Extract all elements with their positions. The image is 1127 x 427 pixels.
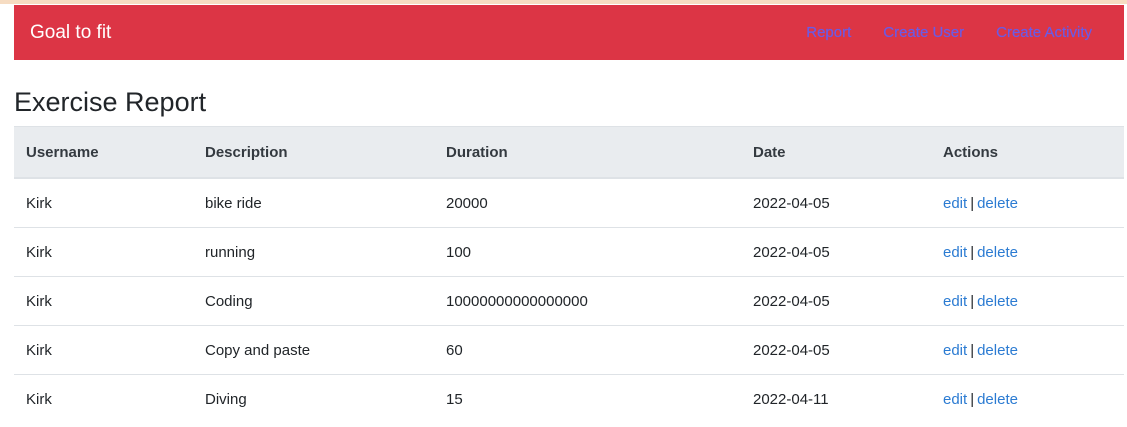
- cell-description: Coding: [193, 276, 434, 326]
- table-body: Kirk bike ride 20000 2022-04-05 edit | del…: [14, 178, 1124, 423]
- cell-description: Copy and paste: [193, 325, 434, 375]
- cell-username: Kirk: [14, 276, 193, 326]
- cell-actions: edit | delete: [931, 325, 1124, 375]
- header-duration: Duration: [434, 126, 741, 179]
- cell-date: 2022-04-05: [741, 178, 931, 228]
- window-top-edge: [0, 0, 1127, 4]
- action-separator: |: [970, 243, 975, 261]
- cell-date: 2022-04-05: [741, 325, 931, 375]
- nav-link-create-user[interactable]: Create User: [883, 23, 964, 43]
- cell-description: bike ride: [193, 178, 434, 228]
- delete-link[interactable]: delete: [977, 195, 1018, 212]
- delete-link[interactable]: delete: [977, 293, 1018, 310]
- header-description: Description: [193, 126, 434, 179]
- edit-link[interactable]: edit: [943, 391, 967, 408]
- cell-duration: 20000: [434, 178, 741, 228]
- cell-duration: 10000000000000000: [434, 276, 741, 326]
- cell-actions: edit | delete: [931, 227, 1124, 277]
- action-separator: |: [970, 390, 975, 408]
- edit-link[interactable]: edit: [943, 195, 967, 212]
- header-date: Date: [741, 126, 931, 179]
- edit-link[interactable]: edit: [943, 293, 967, 310]
- table-row: Kirk running 100 2022-04-05 edit | delete: [14, 227, 1124, 277]
- cell-actions: edit | delete: [931, 375, 1124, 424]
- cell-username: Kirk: [14, 325, 193, 375]
- table-row: Kirk Diving 15 2022-04-11 edit | delete: [14, 375, 1124, 424]
- action-separator: |: [970, 194, 975, 212]
- delete-link[interactable]: delete: [977, 342, 1018, 359]
- cell-username: Kirk: [14, 227, 193, 277]
- cell-date: 2022-04-11: [753, 390, 829, 408]
- action-separator: |: [970, 292, 975, 310]
- exercise-report-table: Username Description Duration Date Actio…: [14, 126, 1124, 423]
- cell-username: Kirk: [26, 390, 52, 408]
- cell-username: Kirk: [14, 178, 193, 228]
- cell-duration: 100: [434, 227, 741, 277]
- cell-duration: 60: [434, 325, 741, 375]
- table-header-row: Username Description Duration Date Actio…: [14, 126, 1124, 179]
- action-separator: |: [970, 341, 975, 359]
- cell-description: Diving: [205, 390, 247, 408]
- edit-link[interactable]: edit: [943, 244, 967, 261]
- nav-link-report[interactable]: Report: [806, 23, 851, 43]
- edit-link[interactable]: edit: [943, 342, 967, 359]
- top-navbar: Goal to fit Report Create User Create Ac…: [14, 5, 1124, 60]
- table-row: Kirk Copy and paste 60 2022-04-05 edit | d…: [14, 325, 1124, 375]
- cell-duration: 15: [446, 390, 463, 408]
- cell-actions: edit | delete: [931, 276, 1124, 326]
- header-actions: Actions: [931, 126, 1124, 179]
- cell-actions: edit | delete: [931, 178, 1124, 228]
- nav-links: Report Create User Create Activity: [774, 23, 1092, 43]
- table-row: Kirk Coding 10000000000000000 2022-04-05…: [14, 276, 1124, 326]
- cell-date: 2022-04-05: [741, 227, 931, 277]
- table-header: Username Description Duration Date Actio…: [14, 126, 1124, 179]
- page-title: Exercise Report: [14, 87, 207, 117]
- cell-description: running: [193, 227, 434, 277]
- cell-date: 2022-04-05: [741, 276, 931, 326]
- delete-link[interactable]: delete: [977, 391, 1018, 408]
- delete-link[interactable]: delete: [977, 244, 1018, 261]
- brand-link[interactable]: Goal to fit: [30, 21, 111, 45]
- nav-link-create-activity[interactable]: Create Activity: [996, 23, 1092, 43]
- header-username: Username: [14, 126, 193, 179]
- table-row: Kirk bike ride 20000 2022-04-05 edit | del…: [14, 178, 1124, 228]
